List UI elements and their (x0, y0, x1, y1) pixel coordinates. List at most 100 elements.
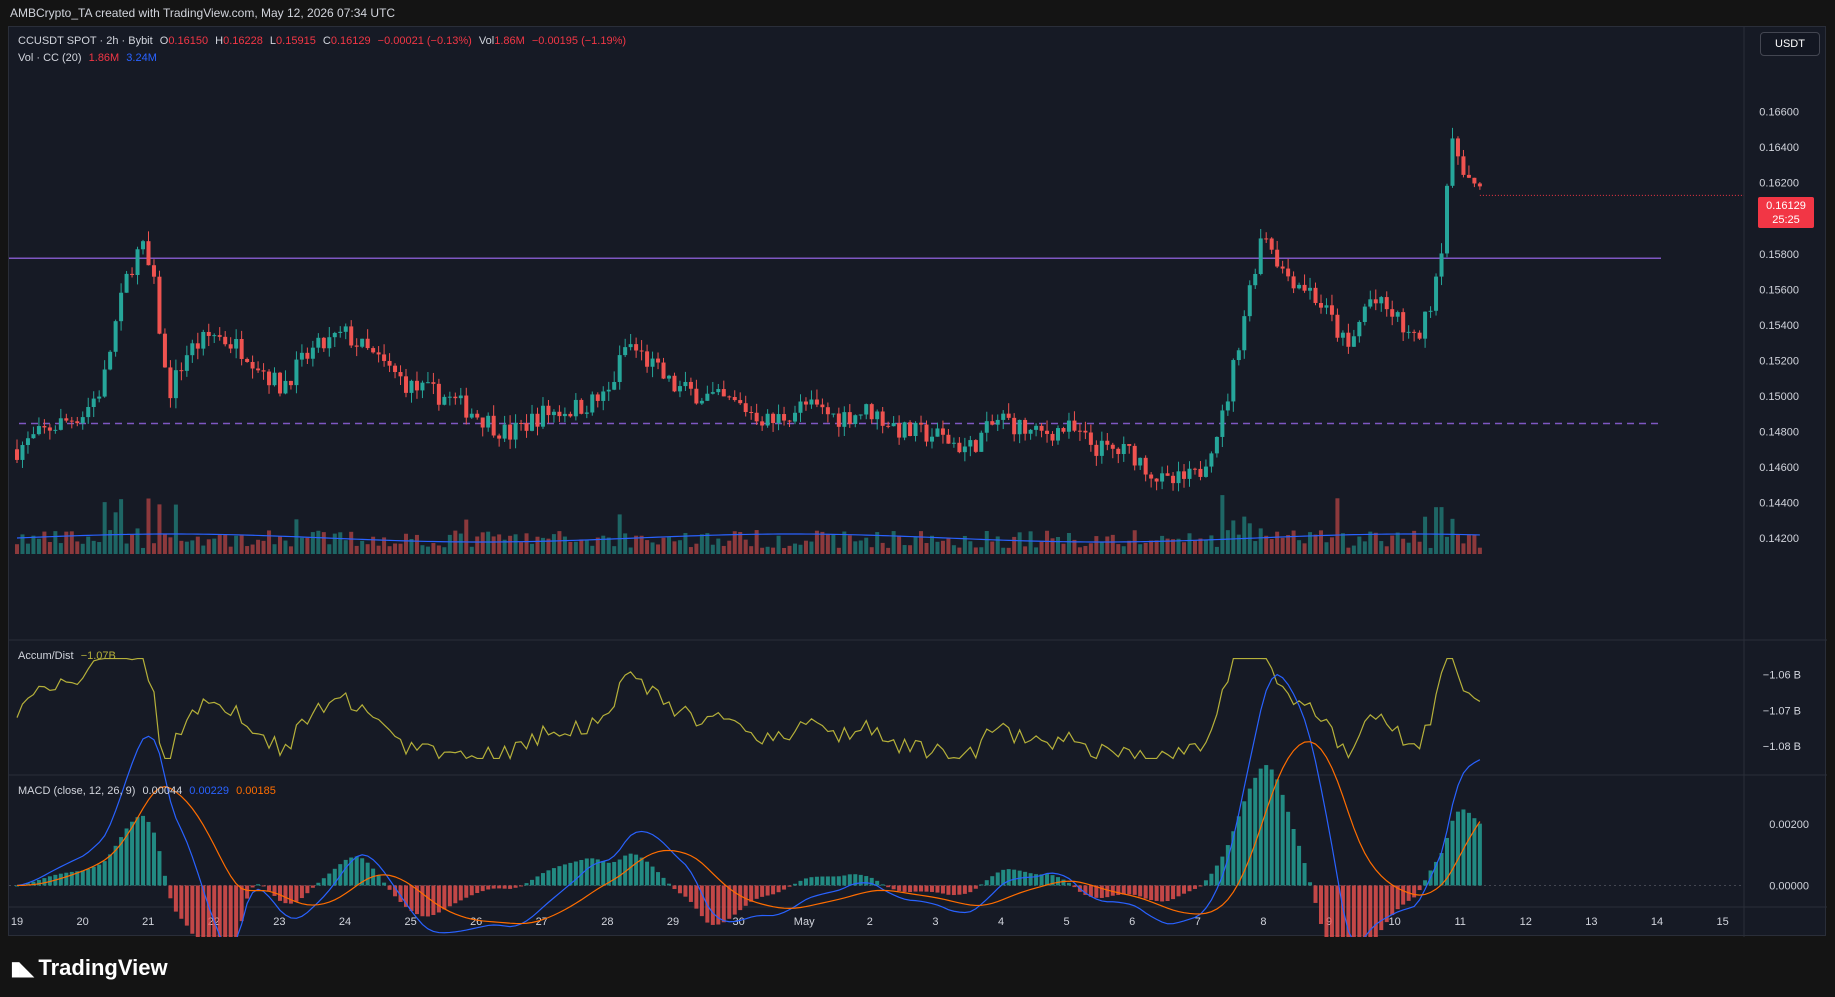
macd-histogram-bar (480, 885, 485, 892)
candle-body (64, 418, 69, 421)
candle-body (831, 413, 836, 415)
candle-body (365, 338, 370, 349)
chart-canvas[interactable]: 0.166000.164000.162000.160000.158000.156… (9, 27, 1827, 937)
volume-bar (765, 546, 770, 554)
macd-histogram-bar (749, 885, 754, 902)
macd-histogram-bar (902, 885, 907, 892)
macd-histogram-bar (294, 885, 299, 902)
candle-body (1028, 429, 1033, 434)
volume-bar (1428, 547, 1433, 554)
candle-body (551, 411, 556, 416)
candle-body (146, 241, 151, 266)
candle-body (595, 394, 600, 401)
volume-bar (1329, 537, 1334, 554)
volume-bar (880, 542, 885, 554)
candle-body (1434, 276, 1439, 311)
volume-bar (469, 546, 474, 554)
currency-button[interactable]: USDT (1760, 32, 1820, 56)
candle-body (1373, 299, 1378, 304)
macd-histogram-bar (787, 885, 792, 887)
volume-bar (557, 531, 562, 554)
volume-bar (551, 534, 556, 554)
volume-bar (1034, 547, 1039, 554)
price-tick-label: 0.14600 (1759, 462, 1799, 474)
candle-body (820, 404, 825, 408)
volume-bar (1373, 532, 1378, 554)
candle-body (601, 391, 606, 401)
candle-body (847, 412, 852, 424)
vol-value: 1.86M (494, 35, 525, 47)
volume-bar (201, 545, 206, 554)
macd-histogram-bar (929, 885, 934, 892)
candle-body (404, 376, 409, 393)
chart-frame[interactable]: 0.166000.164000.162000.160000.158000.156… (8, 26, 1827, 937)
price-tick-label: 0.14200 (1759, 533, 1799, 545)
volume-bar (1439, 507, 1444, 554)
candle-body (765, 413, 770, 426)
time-tick-label: 11 (1454, 916, 1465, 928)
candle-body (1275, 249, 1280, 267)
volume-bar (1203, 539, 1208, 554)
volume-bar (1045, 530, 1050, 554)
tradingview-logo[interactable]: ▮◣ TradingView (10, 955, 168, 981)
candle-body (1176, 471, 1181, 484)
macd-histogram-bar (1023, 871, 1028, 886)
macd-histogram-bar (151, 832, 156, 886)
candle-body (858, 414, 863, 416)
macd-histogram-bar (453, 885, 458, 904)
volume-bar (1001, 547, 1006, 554)
accum-label[interactable]: Accum/Dist (18, 650, 74, 662)
macd-histogram-bar (584, 858, 589, 886)
candle-body (1362, 306, 1367, 322)
candle-body (179, 370, 184, 372)
macd-histogram-bar (650, 866, 655, 886)
macd-histogram-bar (913, 885, 918, 892)
volume-bar (212, 538, 217, 554)
candle-body (524, 423, 529, 431)
volume-bar (239, 534, 244, 554)
macd-label[interactable]: MACD (close, 12, 26, 9) (18, 785, 135, 797)
volume-bar (1012, 536, 1017, 554)
volume-bar (1160, 535, 1165, 554)
candle-body (288, 380, 293, 386)
macd-histogram-bar (102, 861, 107, 886)
time-tick-label: 19 (11, 916, 23, 928)
candle-body (1297, 284, 1302, 289)
candle-body (212, 335, 217, 337)
symbol-label[interactable]: CCUSDT SPOT · 2h · Bybit (18, 35, 153, 47)
volume-bar (184, 541, 189, 554)
macd-histogram-bar (261, 885, 266, 887)
price-tick-label: 0.15600 (1759, 284, 1799, 296)
volume-bar (935, 541, 940, 554)
tradingview-logo-text: TradingView (38, 955, 168, 980)
volume-bar (349, 531, 354, 554)
macd-histogram-bar (475, 885, 480, 894)
candle-body (332, 332, 337, 338)
macd-histogram-bar (573, 861, 578, 886)
macd-histogram-bar (1160, 885, 1165, 902)
candle-body (1154, 478, 1159, 482)
macd-histogram-bar (283, 885, 288, 904)
volume-bar (1291, 530, 1296, 554)
volume-indicator-label[interactable]: Vol · CC (20) (18, 52, 82, 64)
macd-histogram-bar (190, 885, 195, 934)
candle-body (672, 375, 677, 392)
time-tick-label: 14 (1651, 916, 1663, 928)
candle-body (617, 355, 622, 382)
macd-histogram-bar (173, 885, 178, 912)
candle-body (825, 407, 830, 415)
volume-bar (979, 547, 984, 554)
candle-body (135, 249, 140, 276)
volume-bar (1384, 546, 1389, 554)
price-tick-label: 0.14400 (1759, 498, 1799, 510)
candle-body (86, 407, 91, 418)
candle-body (1423, 311, 1428, 339)
accum-tick-label: −1.07 B (1763, 705, 1801, 717)
volume-bar (710, 544, 715, 554)
macd-histogram-bar (228, 885, 233, 937)
volume-bar (1434, 507, 1439, 554)
volume-bar (661, 537, 666, 554)
candle-body (677, 386, 682, 392)
volume-bar (261, 540, 266, 554)
macd-histogram-bar (217, 885, 222, 937)
